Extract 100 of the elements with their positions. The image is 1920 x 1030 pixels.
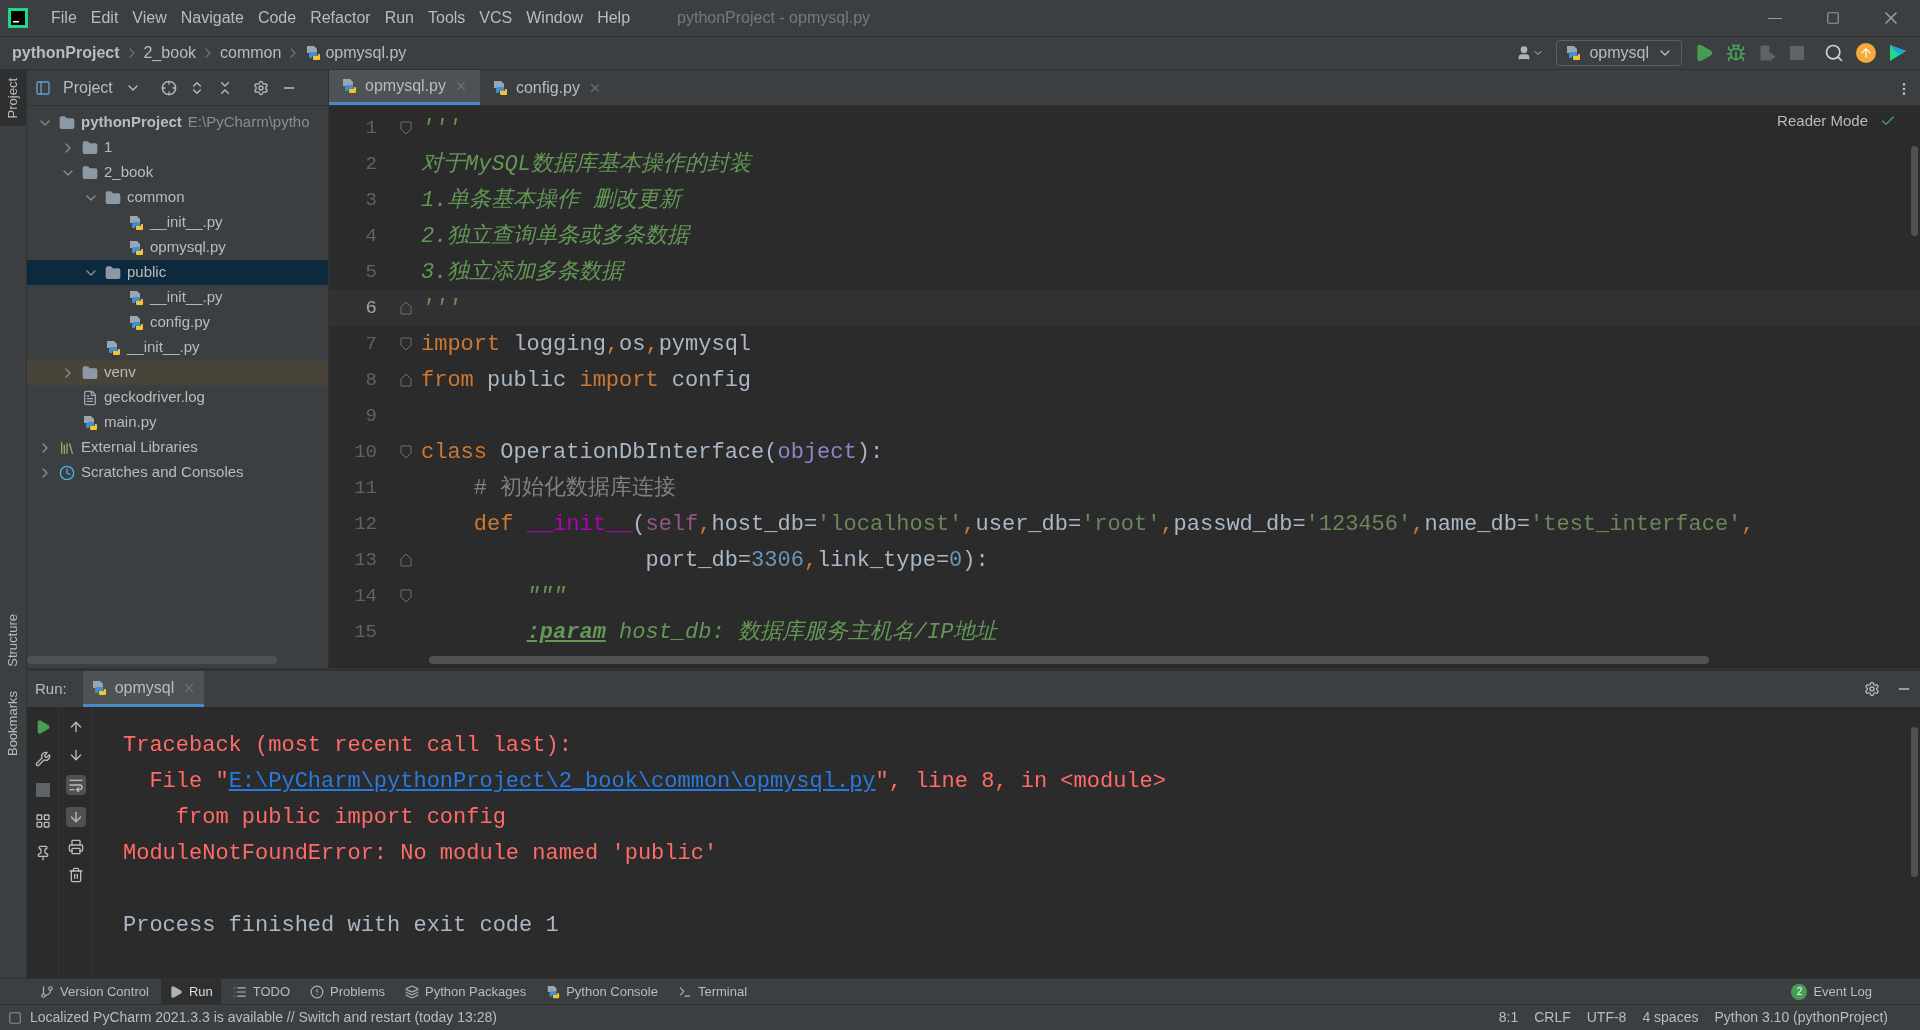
tree-item[interactable]: venv: [27, 360, 328, 385]
minimize-icon: [1768, 17, 1782, 19]
tree-item[interactable]: Scratches and Consoles: [27, 460, 328, 485]
menu-item[interactable]: File: [44, 6, 84, 30]
line-number: 9: [364, 403, 377, 429]
tree-item[interactable]: common: [27, 185, 328, 210]
text-file-icon: [82, 389, 98, 406]
fold-end-marker-icon[interactable]: [400, 553, 412, 567]
tool-window-button[interactable]: Python Console: [538, 979, 666, 1004]
search-icon[interactable]: [1824, 43, 1844, 63]
fold-end-marker-icon[interactable]: [400, 373, 412, 387]
scroll-to-end-icon[interactable]: [65, 807, 86, 827]
coverage-icon[interactable]: [1758, 43, 1778, 63]
menu-item[interactable]: VCS: [472, 6, 520, 30]
tree-item[interactable]: __init__.py: [27, 335, 328, 360]
user-menu-icon[interactable]: [1516, 45, 1545, 61]
menu-item[interactable]: Run: [377, 6, 421, 30]
layout-icon[interactable]: [34, 813, 51, 829]
tool-window-stripe-button[interactable]: Bookmarks: [0, 683, 26, 765]
run-icon[interactable]: [1694, 43, 1714, 63]
tool-window-button[interactable]: Python Packages: [397, 979, 535, 1004]
status-item[interactable]: 4 spaces: [1642, 1007, 1699, 1028]
tool-window-button[interactable]: TODO: [224, 979, 299, 1004]
settings-icon[interactable]: [252, 79, 269, 96]
menu-item[interactable]: Help: [590, 6, 638, 30]
breadcrumb[interactable]: opmysql.py: [325, 41, 407, 65]
tool-window-stripe-button[interactable]: Project: [0, 70, 26, 127]
fold-marker-icon[interactable]: [400, 121, 412, 135]
locate-icon[interactable]: [160, 79, 177, 96]
editor-tab[interactable]: config.py: [479, 70, 614, 105]
tool-window-button[interactable]: Problems: [302, 979, 393, 1004]
status-item[interactable]: UTF-8: [1586, 1007, 1627, 1028]
code-text: 3.独立添加多条数据: [421, 258, 624, 287]
tree-item[interactable]: geckodriver.log: [27, 385, 328, 410]
package-folder-icon: [105, 264, 121, 281]
tree-item[interactable]: __init__.py: [27, 285, 328, 310]
breadcrumb[interactable]: pythonProject: [12, 41, 120, 65]
toolbox-logo-icon[interactable]: [1888, 43, 1908, 63]
play-icon: [168, 984, 183, 999]
package-folder-icon: [82, 164, 98, 181]
vertical-scrollbar[interactable]: [1911, 146, 1918, 236]
scratches-clock-icon: [59, 464, 75, 481]
status-message[interactable]: Localized PyCharm 2021.3.3 is available // Switch and restart (today 13:28): [30, 1007, 497, 1028]
fold-marker-icon[interactable]: [400, 445, 412, 459]
tree-item[interactable]: pythonProject E:\PyCharm\pytho: [27, 110, 328, 135]
reader-mode-link[interactable]: Reader Mode: [1777, 110, 1868, 133]
tree-item[interactable]: 2_book: [27, 160, 328, 185]
tool-window-stripe-button[interactable]: Structure: [0, 606, 26, 676]
fold-marker-icon[interactable]: [400, 589, 412, 603]
tree-item[interactable]: __init__.py: [27, 210, 328, 235]
stop-icon[interactable]: [35, 783, 50, 797]
tree-item[interactable]: config.py: [27, 310, 328, 335]
menu-item[interactable]: Window: [519, 6, 591, 30]
tool-window-button[interactable]: Terminal: [669, 979, 756, 1004]
tree-item[interactable]: opmysql.py: [27, 235, 328, 260]
tree-item[interactable]: public: [27, 260, 328, 285]
code-text: """: [525, 582, 567, 611]
status-item[interactable]: CRLF: [1534, 1007, 1571, 1028]
tool-window-button[interactable]: Run: [160, 979, 221, 1004]
folder-icon: [59, 114, 75, 131]
fold-end-marker-icon[interactable]: [400, 301, 412, 315]
soft-wrap-icon[interactable]: [65, 775, 86, 795]
scrollbar[interactable]: [27, 656, 277, 664]
settings-icon[interactable]: [1864, 681, 1880, 697]
project-path: E:\PyCharm\pytho: [187, 112, 310, 133]
layout-toggle-icon[interactable]: [8, 1010, 22, 1025]
fold-marker-icon[interactable]: [400, 337, 412, 351]
print-icon[interactable]: [67, 839, 84, 855]
menu-item[interactable]: Navigate: [173, 6, 251, 30]
vertical-scrollbar[interactable]: [1911, 727, 1918, 877]
panel-title-dropdown[interactable]: Project: [63, 75, 113, 100]
menu-item[interactable]: Edit: [83, 6, 126, 30]
horizontal-scrollbar[interactable]: [429, 656, 1709, 664]
status-item[interactable]: 8:1: [1498, 1007, 1519, 1028]
python-file-icon: [105, 339, 121, 356]
menu-item[interactable]: Tools: [421, 6, 473, 30]
console-line: File "E:\PyCharm\pythonProject\2_book\common\opmysql.py", line 8, in <module>: [148, 768, 1166, 796]
breadcrumb[interactable]: common: [220, 41, 282, 65]
event-log-button[interactable]: 2 Event Log: [1791, 981, 1872, 1002]
code-text: 对于MySQL数据库基本操作的封装: [421, 150, 751, 179]
wrench-icon[interactable]: [34, 751, 51, 767]
breadcrumb[interactable]: 2_book: [143, 41, 197, 65]
status-item[interactable]: Python 3.10 (pythonProject): [1714, 1007, 1888, 1028]
run-tab[interactable]: opmysql: [82, 671, 205, 707]
update-icon[interactable]: [1856, 43, 1876, 63]
console-line: Process finished with exit code 1: [123, 912, 559, 940]
menu-item[interactable]: View: [125, 6, 174, 30]
menu-item[interactable]: Refactor: [303, 6, 378, 30]
editor-tab[interactable]: opmysql.py: [329, 70, 480, 105]
tree-item[interactable]: main.py: [27, 410, 328, 435]
trash-icon[interactable]: [67, 867, 84, 883]
debug-bug-icon[interactable]: [1726, 43, 1746, 63]
tree-item[interactable]: External Libraries: [27, 435, 328, 460]
code-text: port_db=3306,link_type=0):: [644, 546, 989, 575]
run-config-dropdown[interactable]: opmysql: [1556, 40, 1682, 66]
folder-icon: [82, 364, 98, 381]
tree-item[interactable]: 1: [27, 135, 328, 160]
menu-item[interactable]: Code: [250, 6, 304, 30]
tool-window-button[interactable]: Version Control: [32, 979, 157, 1004]
console-line: ModuleNotFoundError: No module named 'public': [123, 840, 718, 868]
